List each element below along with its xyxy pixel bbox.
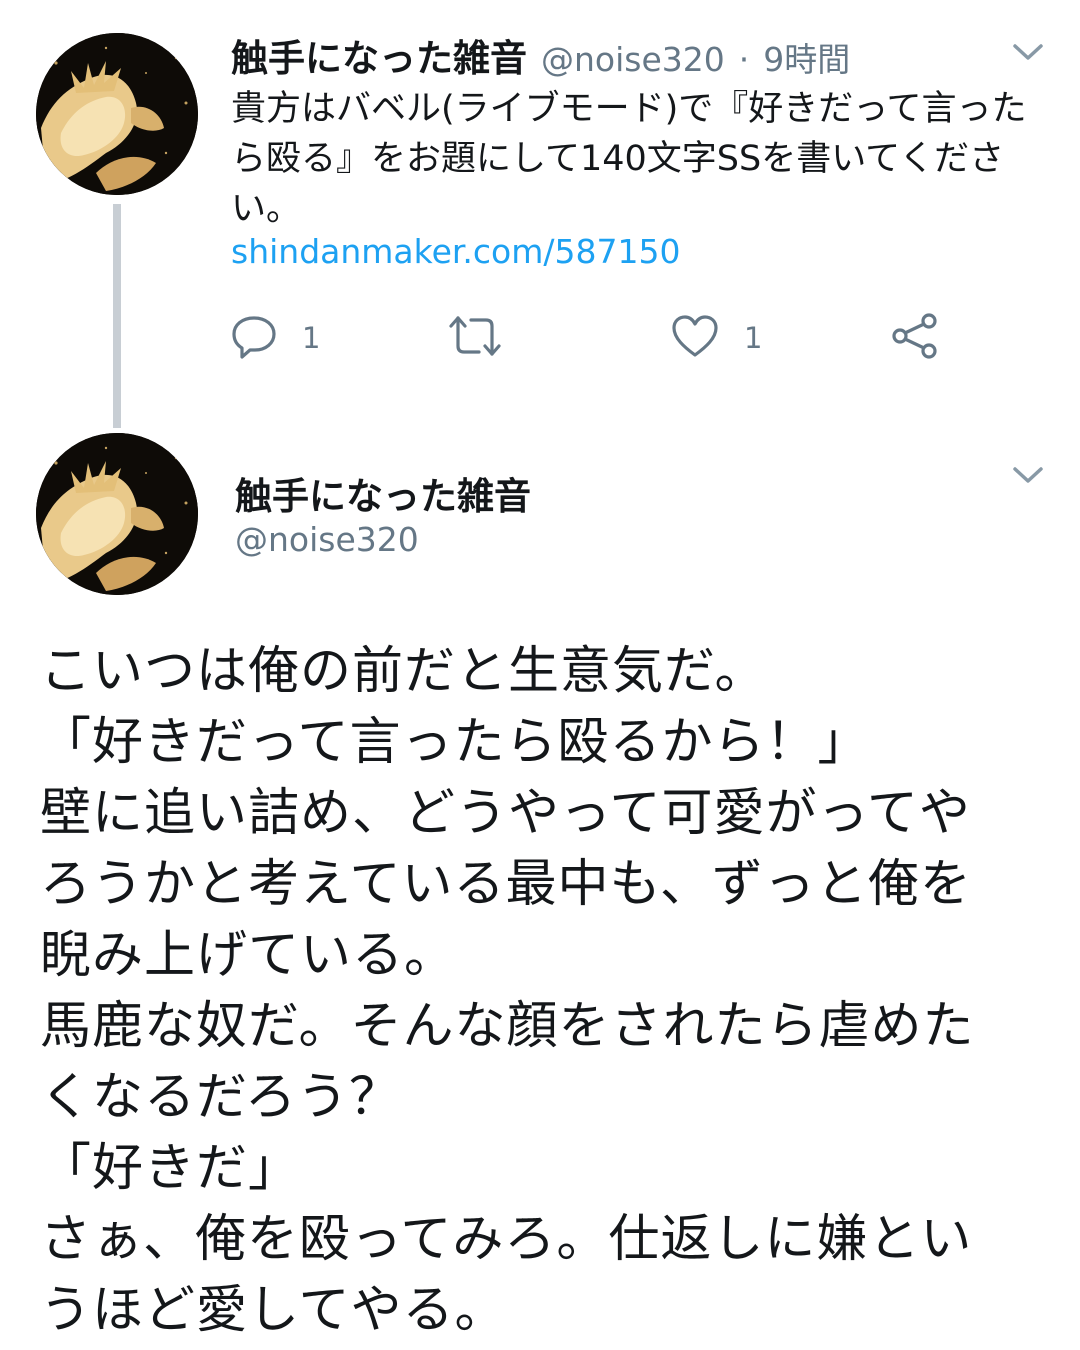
author-handle[interactable]: @noise320 xyxy=(541,40,725,79)
like-button[interactable]: 1 xyxy=(670,312,762,364)
tweet-line: 壁に追い詰め、どうやって可愛がってや xyxy=(40,784,971,843)
tweet-line: くなるだろう？ xyxy=(40,1068,401,1127)
tweet-line: 「好きだ」 xyxy=(40,1139,301,1198)
tweet-text: 貴方はバベル(ライブモード)で『好きだって言ったら殴る』をお題にして140文字S… xyxy=(231,89,1027,229)
author-name[interactable]: 触手になった雑音 xyxy=(235,466,531,520)
avatar[interactable] xyxy=(36,433,198,595)
tweet-link[interactable]: shindanmaker.com/587150 xyxy=(231,232,680,271)
tweet-header: 触手になった雑音 @noise320 · 9時間 xyxy=(231,28,850,82)
tweet-line: ろうかと考えている最中も、ずっと俺を xyxy=(40,855,972,914)
thread-line xyxy=(113,204,121,428)
author-handle[interactable]: @noise320 xyxy=(235,520,419,559)
like-count: 1 xyxy=(744,321,763,355)
tweet-line: こいつは俺の前だと生意気だ。 xyxy=(40,642,767,701)
avatar[interactable] xyxy=(36,33,198,195)
chevron-down-icon[interactable] xyxy=(1010,40,1046,68)
author-name[interactable]: 触手になった雑音 xyxy=(231,28,527,82)
tweet-body: こいつは俺の前だと生意気だ。 「好きだって言ったら殴るから！」 壁に追い詰め、ど… xyxy=(40,636,1050,1346)
tweet-time[interactable]: 9時間 xyxy=(763,33,850,81)
tweet-line: うほど愛してやる。 xyxy=(40,1281,507,1340)
tweet-line: 「好きだって言ったら殴るから！」 xyxy=(40,713,870,772)
tweet-line: 馬鹿な奴だ。そんな顔をされたら虐めた xyxy=(40,997,975,1056)
tweet-line: 睨み上げている。 xyxy=(40,926,457,985)
tweet-line: さぁ、俺を殴ってみろ。仕返しに嫌とい xyxy=(40,1210,973,1269)
chevron-down-icon[interactable] xyxy=(1010,463,1046,491)
retweet-button[interactable] xyxy=(447,312,527,364)
reply-count: 1 xyxy=(302,321,321,355)
retweet-icon xyxy=(447,312,503,364)
reply-button[interactable]: 1 xyxy=(230,312,320,364)
heart-icon xyxy=(670,312,720,364)
reply-icon xyxy=(230,312,278,364)
meta-separator: · xyxy=(738,40,750,79)
share-button[interactable] xyxy=(890,312,940,364)
share-icon xyxy=(890,313,940,364)
